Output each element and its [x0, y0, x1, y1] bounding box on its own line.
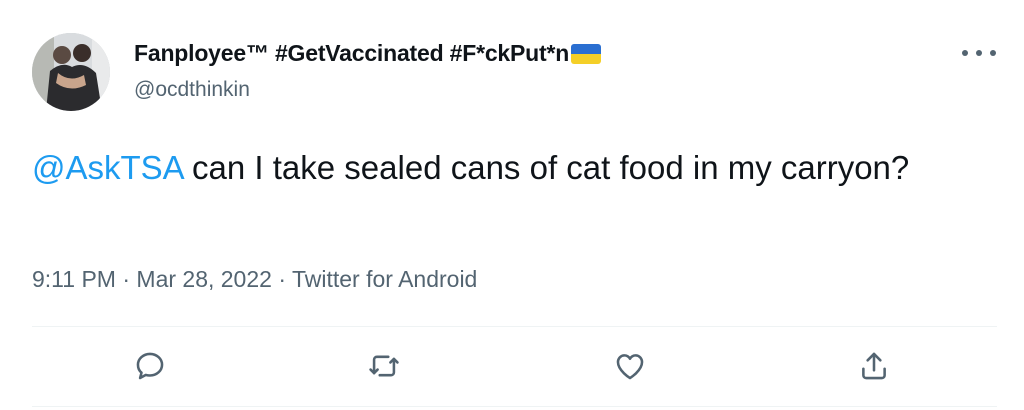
- share-icon[interactable]: [856, 348, 892, 384]
- display-name-text: Fanployee™ #GetVaccinated #F*ckPut*n: [134, 40, 570, 66]
- tweet-source[interactable]: Twitter for Android: [292, 266, 477, 292]
- author-display-name[interactable]: Fanployee™ #GetVaccinated #F*ckPut*n: [134, 40, 602, 67]
- author-handle[interactable]: @ocdthinkin: [134, 78, 250, 102]
- retweet-icon[interactable]: [366, 348, 402, 384]
- avatar[interactable]: [32, 33, 110, 111]
- tweet-date[interactable]: Mar 28, 2022: [136, 266, 272, 292]
- tweet-meta: 9:11 PM · Mar 28, 2022 · Twitter for And…: [32, 266, 477, 293]
- divider: [32, 406, 997, 407]
- ukraine-flag-icon: [571, 43, 602, 64]
- tweet-time[interactable]: 9:11 PM: [32, 266, 116, 292]
- meta-separator: ·: [122, 266, 131, 292]
- tweet-text: @AskTSA can I take sealed cans of cat fo…: [32, 146, 972, 190]
- heart-icon[interactable]: [612, 348, 648, 384]
- more-dots-icon[interactable]: [962, 40, 996, 66]
- mention-link[interactable]: @AskTSA: [32, 149, 183, 186]
- tweet-body: can I take sealed cans of cat food in my…: [182, 149, 910, 186]
- meta-separator: ·: [278, 266, 286, 292]
- divider: [32, 326, 997, 327]
- tweet-card: Fanployee™ #GetVaccinated #F*ckPut*n @oc…: [0, 0, 1024, 410]
- reply-icon[interactable]: [132, 348, 168, 384]
